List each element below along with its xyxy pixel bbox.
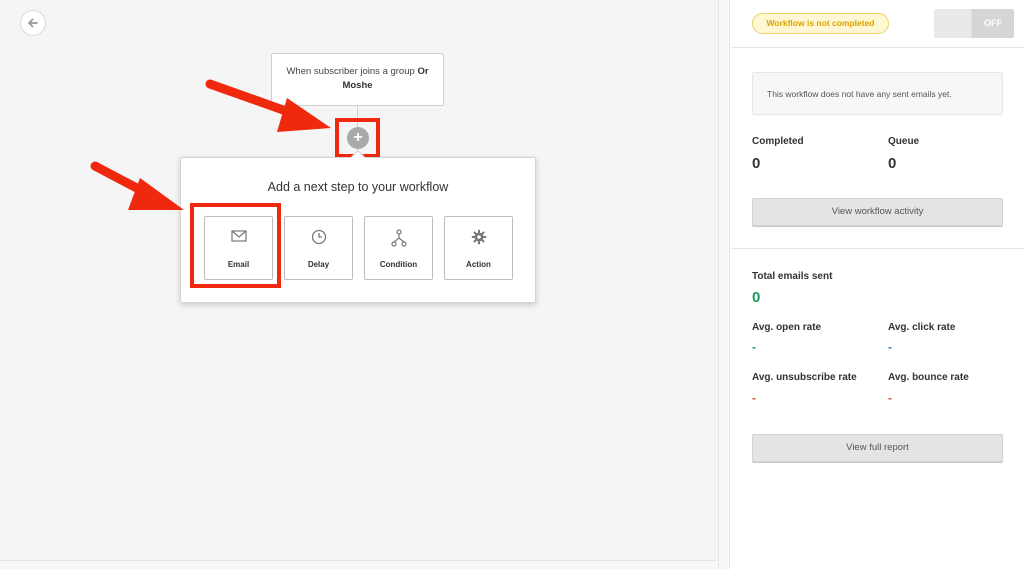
step-action-button[interactable]: Action xyxy=(444,216,513,280)
step-condition-button[interactable]: Condition xyxy=(364,216,433,280)
view-workflow-activity-button[interactable]: View workflow activity xyxy=(752,198,1003,226)
toggle-state-label: OFF xyxy=(972,9,1014,38)
open-rate-label: Avg. open rate xyxy=(752,322,822,333)
branch-icon xyxy=(391,229,407,247)
click-rate-label: Avg. click rate xyxy=(888,322,956,333)
step-action-label: Action xyxy=(466,260,491,269)
click-rate-value: - xyxy=(888,340,892,354)
popup-title: Add a next step to your workflow xyxy=(267,180,449,194)
add-step-button[interactable]: + xyxy=(347,127,369,149)
view-full-report-button[interactable]: View full report xyxy=(752,434,1003,462)
bounce-rate-value: - xyxy=(888,391,892,405)
total-sent-label: Total emails sent xyxy=(752,271,833,282)
bounce-rate-label: Avg. bounce rate xyxy=(888,372,969,383)
sidebar-divider-2 xyxy=(731,248,1024,249)
canvas-scrollbar-horizontal[interactable] xyxy=(0,560,718,569)
toggle-knob xyxy=(934,9,971,38)
arrow-left-icon xyxy=(28,18,38,28)
completed-value: 0 xyxy=(752,155,761,172)
workflow-status-badge: Workflow is not completed xyxy=(752,13,889,34)
unsubscribe-rate-label: Avg. unsubscribe rate xyxy=(752,372,857,383)
annotation-arrow-email xyxy=(90,161,184,210)
sidebar-divider xyxy=(731,47,1024,48)
step-condition-label: Condition xyxy=(379,260,418,269)
step-delay-label: Delay xyxy=(307,260,330,269)
gear-icon xyxy=(471,229,487,245)
no-emails-message: This workflow does not have any sent ema… xyxy=(752,72,1003,115)
clock-icon xyxy=(311,229,327,245)
open-rate-value: - xyxy=(752,340,756,354)
total-sent-value: 0 xyxy=(752,289,761,306)
unsubscribe-rate-value: - xyxy=(752,391,756,405)
trigger-text: When subscriber joins a group xyxy=(286,66,418,77)
annotation-arrow-plus xyxy=(205,79,331,132)
completed-label: Completed xyxy=(752,136,804,147)
step-delay-button[interactable]: Delay xyxy=(284,216,353,280)
workflow-toggle[interactable]: OFF xyxy=(934,9,1014,38)
queue-label: Queue xyxy=(888,136,920,147)
email-highlight-box xyxy=(190,203,281,288)
queue-value: 0 xyxy=(888,155,897,172)
canvas-scrollbar-vertical[interactable] xyxy=(718,0,730,569)
back-button[interactable] xyxy=(20,10,46,36)
